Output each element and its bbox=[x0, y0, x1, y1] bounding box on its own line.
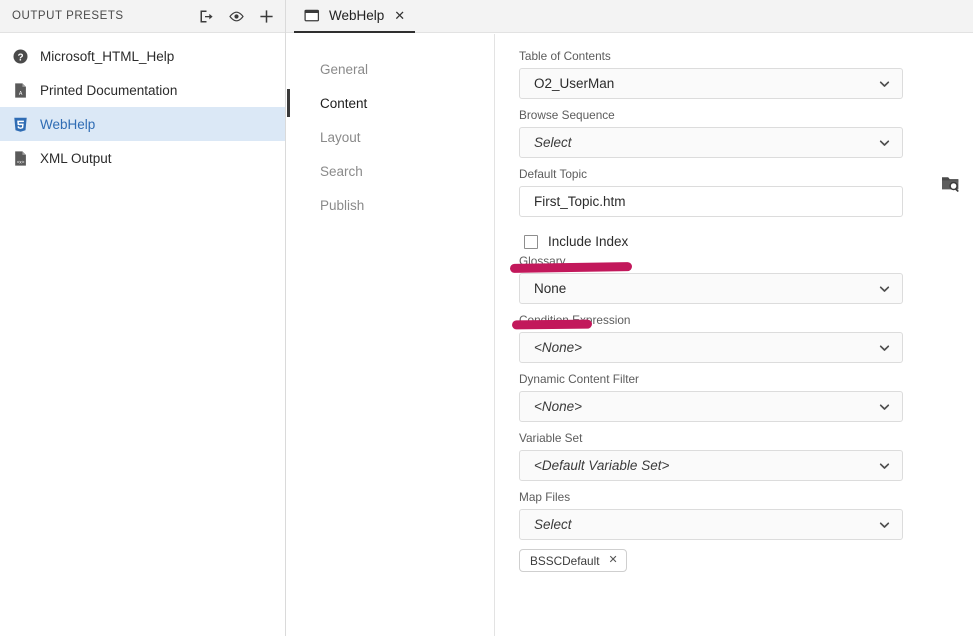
output-presets-list: ? Microsoft_HTML_Help A Printed Document… bbox=[0, 33, 285, 175]
field-label: Dynamic Content Filter bbox=[519, 372, 973, 386]
chip-remove-icon[interactable]: ✕ bbox=[609, 555, 618, 566]
content-settings-form: Table of Contents O2_UserMan Browse Sequ… bbox=[496, 34, 973, 636]
select-value: O2_UserMan bbox=[534, 76, 614, 91]
export-icon[interactable] bbox=[197, 7, 215, 25]
include-index-checkbox[interactable] bbox=[524, 235, 538, 249]
dynamic-content-filter-select[interactable]: <None> bbox=[519, 391, 903, 422]
application-window: OUTPUT PRESETS bbox=[0, 0, 973, 636]
condition-expression-select[interactable]: <None> bbox=[519, 332, 903, 363]
select-value: None bbox=[534, 281, 566, 296]
preset-item-webhelp[interactable]: WebHelp bbox=[0, 107, 285, 141]
preset-item-microsoft-html-help[interactable]: ? Microsoft_HTML_Help bbox=[0, 39, 285, 73]
field-label: Default Topic bbox=[519, 167, 973, 181]
svg-text:?: ? bbox=[17, 52, 23, 63]
select-value: <None> bbox=[534, 340, 582, 355]
default-topic-input[interactable]: First_Topic.htm bbox=[519, 186, 903, 217]
input-value: First_Topic.htm bbox=[534, 194, 626, 209]
section-label: General bbox=[320, 62, 368, 77]
field-glossary: Glossary None bbox=[519, 254, 973, 304]
tab-bar: WebHelp ✕ bbox=[286, 0, 973, 33]
section-item-search[interactable]: Search bbox=[287, 154, 494, 188]
preset-label: Printed Documentation bbox=[40, 83, 177, 98]
section-label: Publish bbox=[320, 198, 364, 213]
variable-set-select[interactable]: <Default Variable Set> bbox=[519, 450, 903, 481]
map-file-chip[interactable]: BSSCDefault ✕ bbox=[519, 549, 627, 572]
table-of-contents-select[interactable]: O2_UserMan bbox=[519, 68, 903, 99]
section-item-general[interactable]: General bbox=[287, 52, 494, 86]
section-label: Search bbox=[320, 164, 363, 179]
field-default-topic: Default Topic First_Topic.htm bbox=[519, 167, 973, 217]
section-label: Content bbox=[320, 96, 367, 111]
svg-text:A: A bbox=[18, 91, 22, 97]
chip-label: BSSCDefault bbox=[530, 554, 600, 568]
select-value: Select bbox=[534, 135, 572, 150]
preset-label: WebHelp bbox=[40, 117, 95, 132]
section-item-layout[interactable]: Layout bbox=[287, 120, 494, 154]
field-table-of-contents: Table of Contents O2_UserMan bbox=[519, 49, 973, 99]
section-label: Layout bbox=[320, 130, 361, 145]
field-label: Table of Contents bbox=[519, 49, 973, 63]
output-presets-title: OUTPUT PRESETS bbox=[12, 10, 197, 22]
map-files-chip-list: BSSCDefault ✕ bbox=[519, 549, 973, 572]
field-condition-expression: Condition Expression <None> bbox=[519, 313, 973, 363]
browse-sequence-select[interactable]: Select bbox=[519, 127, 903, 158]
section-item-publish[interactable]: Publish bbox=[287, 188, 494, 222]
map-files-select[interactable]: Select bbox=[519, 509, 903, 540]
chevron-down-icon bbox=[878, 77, 891, 90]
output-presets-toolbar bbox=[197, 7, 275, 25]
folder-search-icon[interactable] bbox=[939, 172, 961, 194]
preset-section-nav: General Content Layout Search Publish bbox=[287, 34, 495, 636]
tab-webhelp[interactable]: WebHelp ✕ bbox=[294, 0, 415, 33]
preset-item-printed-documentation[interactable]: A Printed Documentation bbox=[0, 73, 285, 107]
svg-text:<x>: <x> bbox=[16, 159, 24, 164]
field-map-files: Map Files Select BSSCDefault ✕ bbox=[519, 490, 973, 572]
field-label: Browse Sequence bbox=[519, 108, 973, 122]
select-value: <None> bbox=[534, 399, 582, 414]
field-variable-set: Variable Set <Default Variable Set> bbox=[519, 431, 973, 481]
include-index-label: Include Index bbox=[548, 234, 628, 249]
window-icon bbox=[303, 7, 321, 25]
chevron-down-icon bbox=[878, 341, 891, 354]
field-label: Condition Expression bbox=[519, 313, 973, 327]
field-label: Map Files bbox=[519, 490, 973, 504]
select-value: <Default Variable Set> bbox=[534, 458, 669, 473]
output-presets-panel: OUTPUT PRESETS bbox=[0, 0, 286, 636]
field-label: Variable Set bbox=[519, 431, 973, 445]
chevron-down-icon bbox=[878, 136, 891, 149]
preview-eye-icon[interactable] bbox=[227, 7, 245, 25]
add-plus-icon[interactable] bbox=[257, 7, 275, 25]
xml-document-icon: <x> bbox=[11, 149, 29, 167]
pdf-document-icon: A bbox=[11, 81, 29, 99]
help-question-icon: ? bbox=[11, 47, 29, 65]
field-browse-sequence: Browse Sequence Select bbox=[519, 108, 973, 158]
output-presets-header: OUTPUT PRESETS bbox=[0, 0, 285, 33]
chevron-down-icon bbox=[878, 400, 891, 413]
chevron-down-icon bbox=[878, 518, 891, 531]
select-value: Select bbox=[534, 517, 572, 532]
field-dynamic-content-filter: Dynamic Content Filter <None> bbox=[519, 372, 973, 422]
tab-label: WebHelp bbox=[329, 8, 384, 23]
section-item-content[interactable]: Content bbox=[287, 86, 494, 120]
chevron-down-icon bbox=[878, 282, 891, 295]
chevron-down-icon bbox=[878, 459, 891, 472]
include-index-checkbox-row[interactable]: Include Index bbox=[524, 234, 628, 249]
html5-shield-icon bbox=[11, 115, 29, 133]
glossary-select[interactable]: None bbox=[519, 273, 903, 304]
preset-label: XML Output bbox=[40, 151, 112, 166]
field-label: Glossary bbox=[519, 254, 973, 268]
preset-label: Microsoft_HTML_Help bbox=[40, 49, 174, 64]
preset-item-xml-output[interactable]: <x> XML Output bbox=[0, 141, 285, 175]
tab-close-icon[interactable]: ✕ bbox=[394, 9, 405, 22]
